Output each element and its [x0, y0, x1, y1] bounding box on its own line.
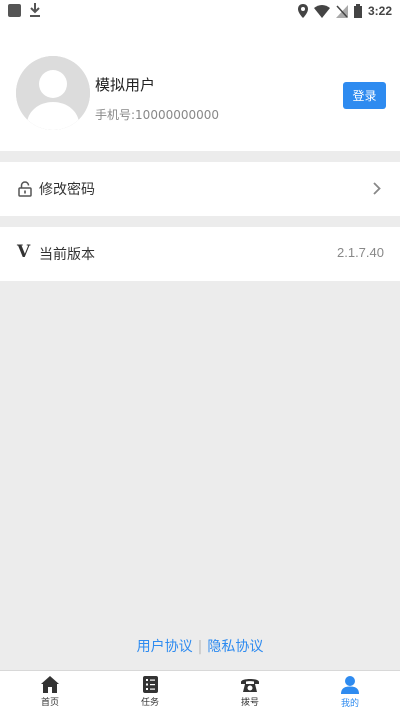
change-password-label: 修改密码	[39, 182, 95, 198]
download-icon	[30, 3, 40, 17]
user-icon	[341, 676, 359, 694]
tab-task-label: 任务	[140, 698, 159, 708]
home-icon	[41, 676, 59, 693]
version-icon: V	[17, 242, 31, 262]
login-button[interactable]: 登录	[343, 82, 386, 109]
link-separator: |	[197, 639, 203, 655]
app-notification-icon	[8, 4, 21, 17]
phone-icon	[241, 679, 259, 692]
tab-dial[interactable]: 拨号	[200, 671, 300, 712]
privacy-agreement-link[interactable]: 隐私协议	[207, 639, 263, 655]
tab-mine[interactable]: 我的	[300, 671, 400, 712]
tab-dial-label: 拨号	[240, 698, 259, 708]
bottom-tab-bar: 首页 任务 拨号 我的	[0, 670, 400, 712]
tab-mine-label: 我的	[340, 699, 359, 709]
battery-icon	[353, 4, 362, 18]
change-password-row[interactable]: 修改密码	[0, 162, 400, 216]
lock-icon	[18, 181, 32, 197]
wifi-icon	[313, 4, 330, 18]
no-signal-icon	[335, 4, 348, 18]
username: 模拟用户	[95, 76, 156, 94]
avatar[interactable]	[16, 56, 90, 130]
tab-task[interactable]: 任务	[100, 671, 200, 712]
location-icon	[297, 4, 308, 18]
chevron-right-icon	[373, 182, 381, 195]
user-agreement-link[interactable]: 用户协议	[137, 639, 193, 655]
phone-number: 手机号:10000000000	[95, 108, 220, 122]
version-row: V 当前版本 2.1.7.40	[0, 227, 400, 281]
agreement-links: 用户协议 | 隐私协议	[0, 636, 400, 656]
current-version-label: 当前版本	[39, 247, 95, 263]
version-value: 2.1.7.40	[337, 245, 384, 260]
tab-home[interactable]: 首页	[0, 671, 100, 712]
task-icon	[142, 676, 158, 693]
default-avatar-icon	[16, 56, 90, 130]
profile-card: 模拟用户 手机号:10000000000 登录	[0, 22, 400, 151]
tab-home-label: 首页	[40, 698, 59, 708]
status-time: 3:22	[367, 4, 392, 18]
status-bar: 3:22	[0, 0, 400, 22]
